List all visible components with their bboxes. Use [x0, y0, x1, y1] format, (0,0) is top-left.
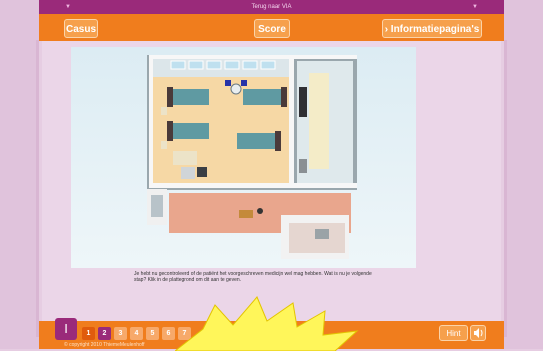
- page-button-2[interactable]: 2: [98, 327, 111, 340]
- hint-button[interactable]: Hint: [439, 325, 468, 341]
- chevron-down-icon: ▼: [65, 4, 71, 10]
- page-button-5[interactable]: 5: [146, 327, 159, 340]
- bed-2[interactable]: [171, 123, 209, 139]
- bed-4[interactable]: [237, 133, 277, 149]
- page-button-3[interactable]: 3: [114, 327, 127, 340]
- sound-button[interactable]: [470, 325, 486, 341]
- right-side-panel: [504, 0, 543, 349]
- instruction-text: Je hebt nu gecontroleerd of de patiënt h…: [134, 271, 372, 283]
- page-button-6[interactable]: 6: [162, 327, 175, 340]
- page-button-1[interactable]: 1: [82, 327, 95, 340]
- ward-room[interactable]: [153, 59, 291, 185]
- chevron-down-icon: ▼: [472, 4, 478, 10]
- floorplan-panel[interactable]: [71, 47, 416, 268]
- bed-1[interactable]: [171, 89, 209, 105]
- floorplan-image[interactable]: [71, 47, 416, 268]
- top-bar: ▼ Terug naar VIA ▼: [39, 0, 504, 14]
- speaker-icon: [474, 328, 483, 338]
- tab-casus[interactable]: Casus: [64, 19, 98, 38]
- left-side-panel: [0, 0, 39, 349]
- tab-score[interactable]: Score: [254, 19, 290, 38]
- back-to-via-link[interactable]: Terug naar VIA: [251, 4, 291, 10]
- page-button-4[interactable]: 4: [130, 327, 143, 340]
- bed-3[interactable]: [243, 89, 283, 105]
- copyright-text: © copyright 2010 ThiemeMeulenhoff: [64, 342, 145, 348]
- chapter-indicator[interactable]: I: [55, 318, 77, 340]
- starburst-icon: [175, 296, 359, 351]
- tab-informatiepaginas[interactable]: › Informatiepagina's: [382, 19, 482, 38]
